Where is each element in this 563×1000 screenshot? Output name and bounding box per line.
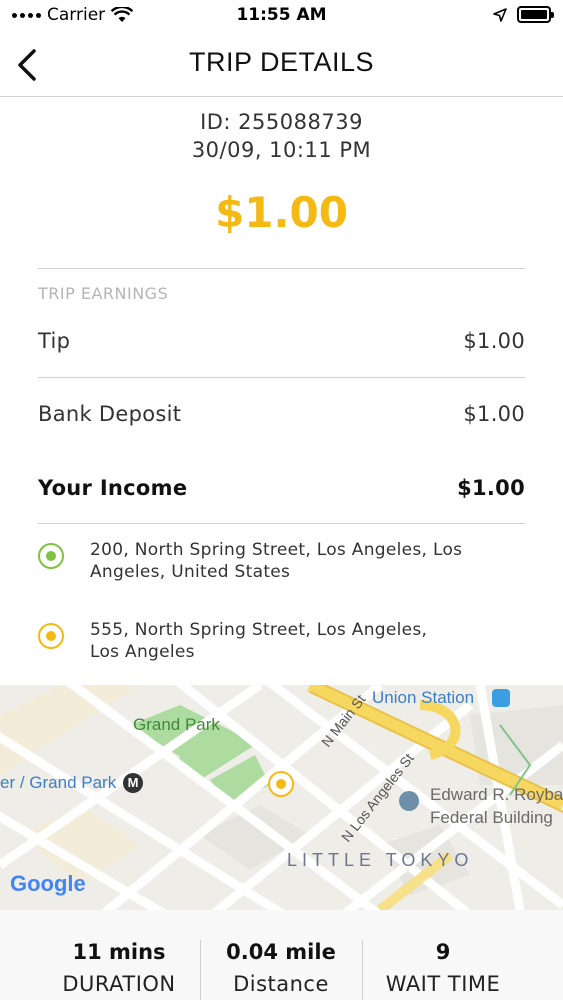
trip-total: $1.00 [215, 188, 348, 237]
dropoff-address-text: 555, North Spring Street, Los Angeles, L… [90, 619, 427, 663]
map-label-grand-park: Grand Park [133, 715, 220, 734]
metro-icon: M [123, 773, 143, 793]
section-label-earnings: TRIP EARNINGS [38, 284, 169, 303]
map-label-metro: er / Grand Park [0, 773, 117, 792]
divider [38, 268, 525, 269]
battery-icon [517, 6, 554, 23]
map-label-little-tokyo: LITTLE TOKYO [287, 850, 474, 870]
stat-label: WAIT TIME [385, 972, 501, 996]
trip-stats: 11 mins DURATION 0.04 mile Distance 9 WA… [0, 910, 563, 1000]
page-title: TRIP DETAILS [188, 47, 375, 77]
divider [38, 523, 525, 524]
stat-value: 11 mins [72, 940, 166, 964]
earnings-row-value: $1.00 [463, 402, 525, 426]
stat-value: 9 [435, 940, 451, 964]
google-logo: Google [10, 871, 86, 896]
stat-label: DURATION [62, 972, 176, 996]
status-time: 11:55 AM [236, 5, 327, 25]
address-line: Los Angeles [90, 642, 195, 662]
pickup-pin-icon [38, 543, 64, 569]
train-station-icon [492, 689, 510, 707]
address-line: Angeles, United States [90, 562, 291, 582]
divider [38, 377, 525, 378]
trip-header: ID: 255088739 30/09, 10:11 PM [0, 108, 563, 164]
pickup-address-text: 200, North Spring Street, Los Angeles, L… [90, 539, 462, 583]
nav-bar: TRIP DETAILS [0, 34, 563, 97]
address-line: 555, North Spring Street, Los Angeles, [90, 620, 428, 640]
stat-wait-time: 9 WAIT TIME [362, 940, 524, 996]
earnings-row-bank-deposit: Bank Deposit $1.00 [38, 402, 525, 426]
status-bar: Carrier 11:55 AM [0, 0, 563, 34]
dropoff-pin-icon [38, 623, 64, 649]
address-line: 200, North Spring Street, Los Angeles, L… [90, 540, 463, 560]
stat-label: Distance [233, 972, 329, 996]
earnings-row-value: $1.00 [457, 476, 525, 500]
stat-value: 0.04 mile [226, 940, 336, 964]
route-map[interactable]: Union Station Grand Park er / Grand Park… [0, 685, 563, 910]
landmark-icon [399, 791, 419, 811]
earnings-row-value: $1.00 [463, 329, 525, 353]
earnings-row-label: Your Income [38, 476, 188, 500]
trip-id: ID: 255088739 [200, 110, 363, 134]
dropoff-map-marker-icon [268, 771, 294, 797]
trip-datetime: 30/09, 10:11 PM [191, 138, 372, 162]
map-label-edward-line2: Federal Building [430, 808, 553, 827]
stat-duration: 11 mins DURATION [38, 940, 200, 996]
earnings-row-label: Tip [38, 329, 71, 353]
earnings-row-label: Bank Deposit [38, 402, 182, 426]
earnings-row-tip: Tip $1.00 [38, 329, 525, 353]
map-label-edward-line1: Edward R. Roybal [430, 785, 563, 804]
earnings-row-income: Your Income $1.00 [38, 476, 525, 500]
pickup-address: 200, North Spring Street, Los Angeles, L… [38, 539, 525, 583]
stat-distance: 0.04 mile Distance [200, 940, 362, 996]
status-right [493, 6, 554, 23]
dropoff-address: 555, North Spring Street, Los Angeles, L… [38, 619, 525, 663]
map-label-union-station: Union Station [372, 688, 475, 707]
location-arrow-icon [493, 7, 507, 22]
